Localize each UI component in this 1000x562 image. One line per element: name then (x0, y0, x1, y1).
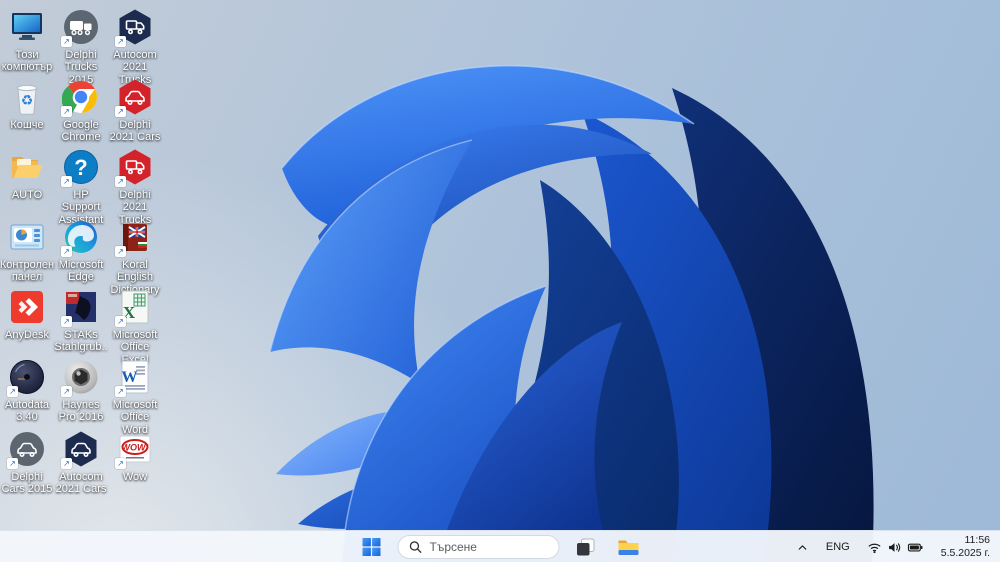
desktop-icon-label: Wow (122, 471, 148, 483)
desktop-icon-label: Този компютър (1, 49, 53, 74)
desktop-icon-haynes-pro[interactable]: ↗ Haynes Pro 2016 (54, 358, 108, 424)
recycle-bin-icon: ♻ (8, 78, 46, 116)
desktop-icon-label: Delphi Cars 2015 (1, 471, 53, 496)
desktop-icon-label: Delphi 2021 Cars (109, 119, 161, 144)
desktop-icon-label: Google Chrome (61, 119, 101, 144)
delphi-trucks-hex-icon: ↗ (115, 148, 154, 187)
language-indicator[interactable]: ENG (822, 538, 854, 556)
file-explorer-button[interactable] (612, 534, 646, 560)
shortcut-arrow-icon: ↗ (61, 316, 72, 327)
shortcut-arrow-icon: ↗ (61, 176, 72, 187)
desktop-icon-label: Haynes Pro 2016 (58, 399, 104, 424)
desktop-icon-staks-image[interactable]: ↗ STAKs Stahlgrub... (54, 288, 108, 366)
wifi-icon (868, 543, 881, 553)
haynes-pro-icon: ↗ (61, 358, 100, 397)
start-button[interactable] (355, 534, 389, 560)
svg-text:WOW!: WOW! (122, 443, 149, 453)
delphi-cars-circle-icon: ↗ (7, 430, 46, 469)
this-pc-icon (8, 8, 46, 46)
desktop-icon-label: Кошче (10, 119, 44, 131)
shortcut-arrow-icon: ↗ (115, 246, 126, 257)
shortcut-arrow-icon: ↗ (61, 458, 72, 469)
shortcut-arrow-icon: ↗ (115, 176, 126, 187)
search-icon (409, 540, 422, 553)
delphi-cars-hex-icon: ↗ (115, 78, 154, 117)
desktop-icon-autodata-disc[interactable]: ↗ Autodata 3.40 (0, 358, 54, 424)
search-input[interactable] (429, 539, 545, 554)
desktop-icon-autocom-trucks-hex[interactable]: ↗Autocom 2021 Trucks (108, 8, 162, 86)
desktop-icon-label: Microsoft Edge (58, 259, 104, 284)
folder-icon (8, 148, 46, 186)
shortcut-arrow-icon: ↗ (115, 458, 126, 469)
clock-time: 11:56 (964, 533, 991, 546)
hp-support-icon: ? ↗ (61, 148, 100, 187)
desktop-icon-delphi-cars-circle[interactable]: ↗ Delphi Cars 2015 (0, 430, 54, 496)
autocom-cars-hex-icon: ↗ (61, 430, 100, 469)
task-view-button[interactable] (569, 534, 603, 560)
anydesk-icon (8, 288, 46, 326)
taskbar: ENG 11:56 5.5.2025 г. (0, 530, 1000, 562)
windows-logo-icon (362, 537, 381, 556)
desktop-icon-delphi-trucks-circle[interactable]: ↗ Delphi Trucks 2015 (54, 8, 108, 86)
language-label: ENG (825, 541, 850, 553)
task-view-icon (577, 538, 595, 555)
clock[interactable]: 11:56 5.5.2025 г. (937, 532, 994, 562)
tray-status-icons[interactable] (863, 537, 928, 558)
shortcut-arrow-icon: ↗ (115, 386, 126, 397)
desktop-icon-label: Autodata 3.40 (4, 399, 50, 424)
desktop-icon-word[interactable]: W ↗ Microsoft Office Word (108, 358, 162, 436)
desktop-icon-wow-logo[interactable]: WOW! ↗ Wow (108, 430, 162, 483)
desktop-icon-delphi-cars-hex[interactable]: ↗ Delphi 2021 Cars (108, 78, 162, 144)
desktop-icon-excel[interactable]: X ↗ Microsoft Office Excel (108, 288, 162, 366)
shortcut-arrow-icon: ↗ (61, 246, 72, 257)
shortcut-arrow-icon: ↗ (7, 458, 18, 469)
battery-icon (907, 543, 923, 551)
shortcut-arrow-icon: ↗ (115, 316, 126, 327)
desktop-icon-label: Autocom 2021 Cars (55, 471, 107, 496)
file-explorer-icon (618, 540, 639, 555)
desktop-icon-dictionary-book[interactable]: ↗ Koral English Dictionary (108, 218, 162, 296)
desktop-icon-autocom-cars-hex[interactable]: ↗ Autocom 2021 Cars (54, 430, 108, 496)
staks-image-icon: ↗ (61, 288, 100, 327)
shortcut-arrow-icon: ↗ (115, 106, 126, 117)
desktop-icon-hp-support[interactable]: ? ↗ HP Support Assistant (54, 148, 108, 226)
shortcut-arrow-icon: ↗ (115, 36, 126, 47)
search-box[interactable] (397, 534, 560, 559)
shortcut-arrow-icon: ↗ (61, 106, 72, 117)
desktop-icon-chrome[interactable]: ↗ Google Chrome (54, 78, 108, 144)
desktop-icon-control-panel[interactable]: Контролен панел (0, 218, 54, 284)
chrome-icon: ↗ (61, 78, 100, 117)
system-tray: ENG 11:56 5.5.2025 г. (792, 531, 994, 562)
desktop-icon-folder[interactable]: AUTO (0, 148, 54, 201)
autodata-disc-icon: ↗ (7, 358, 46, 397)
desktop-icon-anydesk[interactable]: AnyDesk (0, 288, 54, 341)
volume-icon (888, 542, 900, 552)
taskbar-center-group (355, 531, 646, 562)
desktop-icon-recycle-bin[interactable]: ♻ Кошче (0, 78, 54, 131)
svg-text:♻: ♻ (21, 92, 34, 108)
desktop-icon-label: AUTO (11, 189, 43, 201)
chevron-up-icon (798, 544, 807, 550)
svg-text:W: W (122, 369, 138, 386)
desktop-icon-label: Контролен панел (0, 259, 55, 284)
shortcut-arrow-icon: ↗ (7, 386, 18, 397)
shortcut-arrow-icon: ↗ (61, 36, 72, 47)
shortcut-arrow-icon: ↗ (61, 386, 72, 397)
autocom-trucks-hex-icon: ↗ (115, 8, 154, 47)
desktop: Този компютър ♻ Кошче AUTO Контролен панел An… (0, 0, 1000, 562)
desktop-icon-delphi-trucks-hex[interactable]: ↗ Delphi 2021 Trucks (108, 148, 162, 226)
edge-icon: ↗ (61, 218, 100, 257)
desktop-icon-label: AnyDesk (4, 329, 50, 341)
control-panel-icon (8, 218, 46, 256)
desktop-icon-edge[interactable]: ↗ Microsoft Edge (54, 218, 108, 284)
delphi-trucks-circle-icon: ↗ (61, 8, 100, 47)
excel-icon: X ↗ (115, 288, 154, 327)
word-icon: W ↗ (115, 358, 154, 397)
tray-chevron-button[interactable] (792, 538, 813, 557)
desktop-icon-this-pc[interactable]: Този компютър (0, 8, 54, 74)
clock-date: 5.5.2025 г. (940, 547, 990, 559)
wow-logo-icon: WOW! ↗ (115, 430, 154, 469)
svg-text:?: ? (74, 155, 87, 180)
dictionary-book-icon: ↗ (115, 218, 154, 257)
